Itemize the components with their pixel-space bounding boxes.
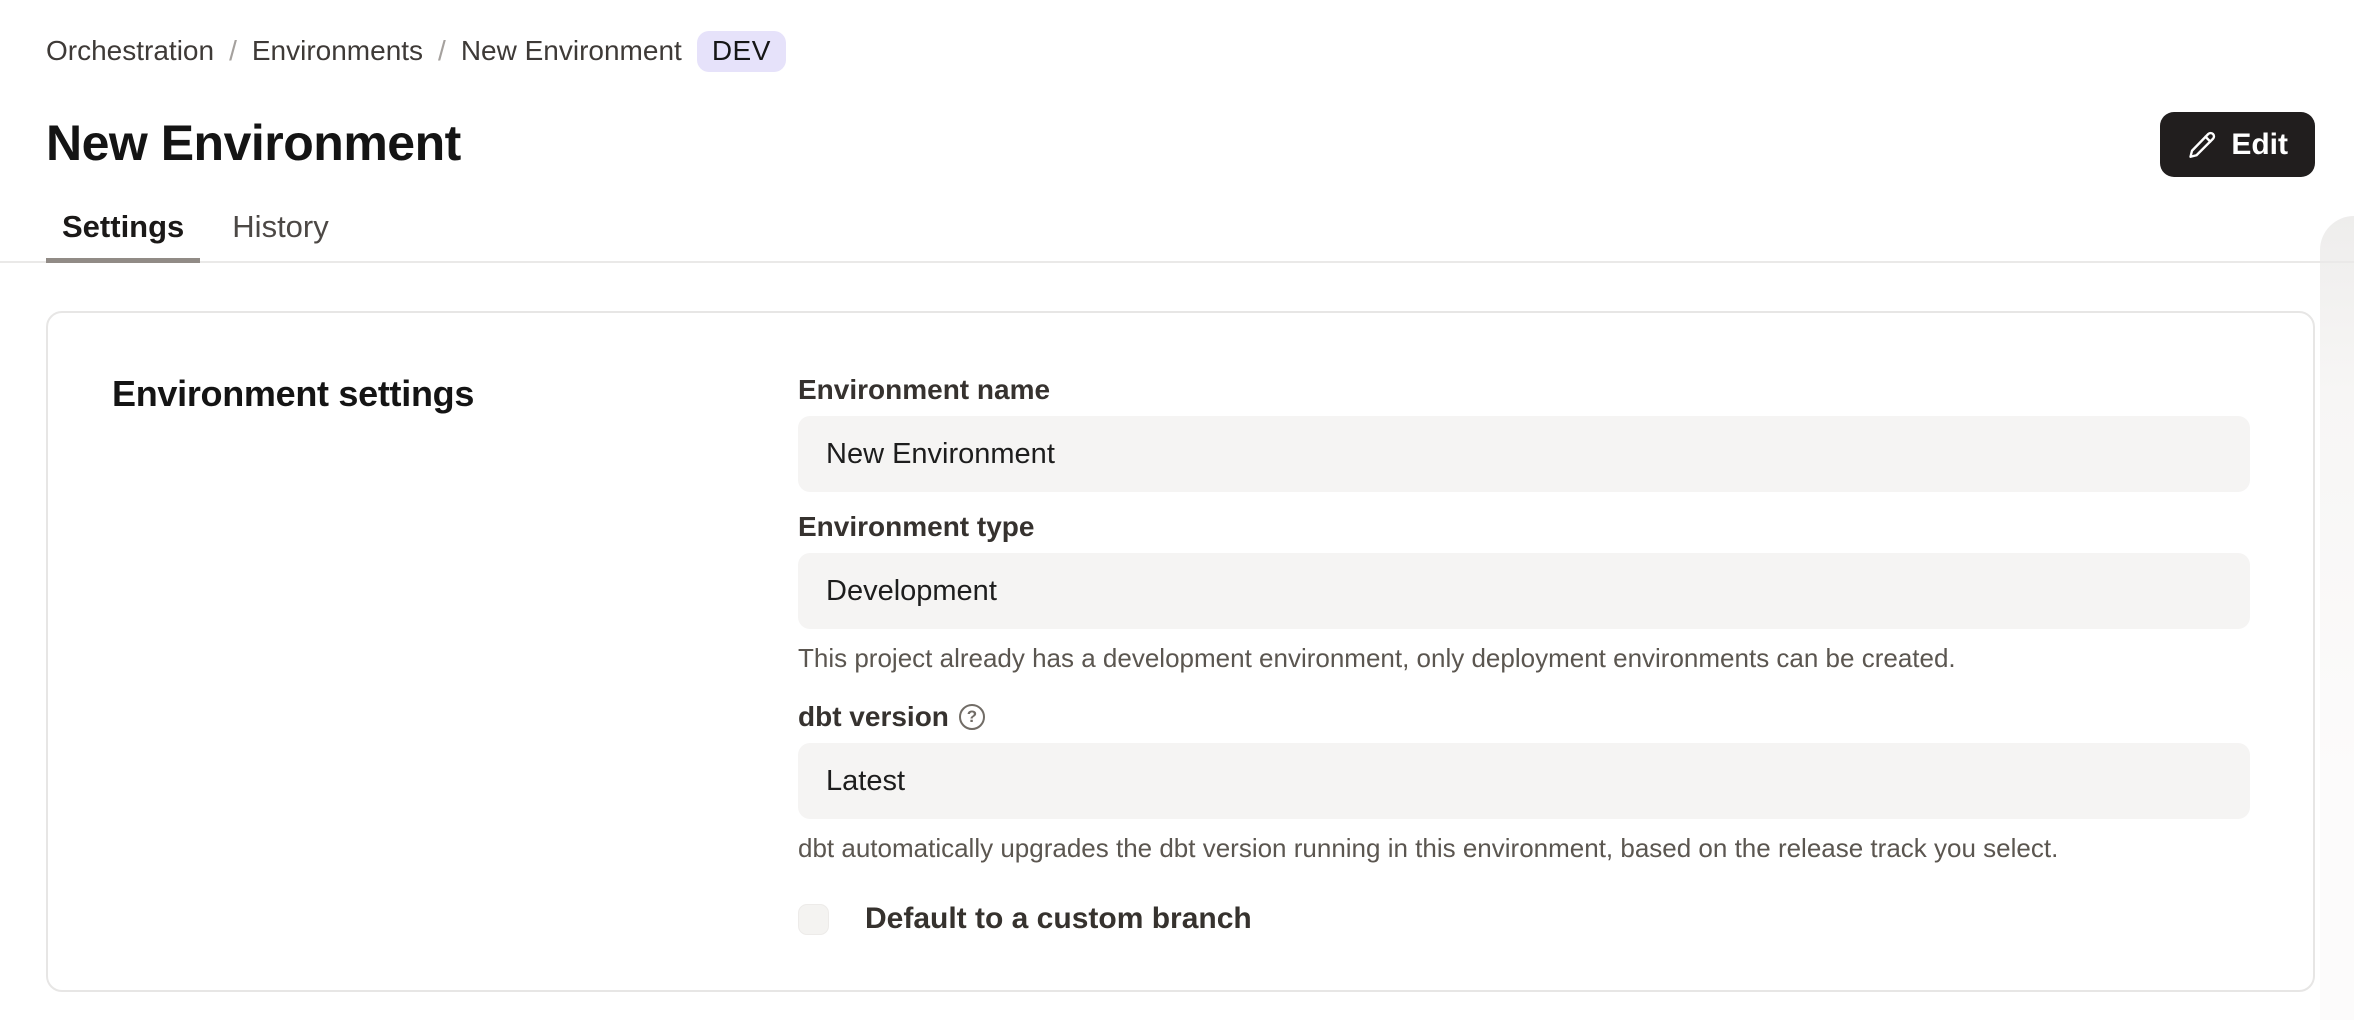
dbt-version-value: Latest bbox=[826, 765, 905, 798]
environment-type-label: Environment type bbox=[798, 510, 2250, 544]
title-row: New Environment Edit bbox=[46, 112, 2315, 177]
tab-settings-label: Settings bbox=[62, 209, 184, 244]
page-title: New Environment bbox=[46, 112, 461, 174]
help-icon[interactable]: ? bbox=[959, 704, 985, 730]
environment-type-value: Development bbox=[826, 575, 997, 608]
dbt-version-label: dbt version ? bbox=[798, 700, 2250, 734]
card-form-column: Environment name New Environment Environ… bbox=[798, 313, 2313, 990]
dbt-version-helper-text: dbt automatically upgrades the dbt versi… bbox=[798, 832, 2250, 864]
environment-settings-card: Environment settings Environment name Ne… bbox=[46, 311, 2315, 992]
env-dev-badge: DEV bbox=[697, 31, 786, 72]
tab-history-label: History bbox=[232, 209, 328, 244]
dbt-version-input[interactable]: Latest bbox=[798, 743, 2250, 819]
environment-type-label-text: Environment type bbox=[798, 510, 1034, 544]
breadcrumb-separator: / bbox=[438, 35, 446, 67]
edit-button[interactable]: Edit bbox=[2160, 112, 2315, 177]
breadcrumb: Orchestration / Environments / New Envir… bbox=[46, 30, 2315, 72]
tab-settings[interactable]: Settings bbox=[46, 209, 200, 261]
page-header: Orchestration / Environments / New Envir… bbox=[0, 30, 2354, 263]
environment-type-field: Environment type Development This projec… bbox=[798, 510, 2250, 674]
environment-type-helper-text: This project already has a development e… bbox=[798, 642, 2250, 674]
section-heading: Environment settings bbox=[112, 373, 798, 415]
environment-name-field: Environment name New Environment bbox=[798, 373, 2250, 492]
dbt-version-field: dbt version ? Latest dbt automatically u… bbox=[798, 700, 2250, 864]
environment-name-value: New Environment bbox=[826, 438, 1055, 471]
page: Orchestration / Environments / New Envir… bbox=[0, 0, 2354, 1020]
custom-branch-checkbox[interactable] bbox=[798, 904, 829, 935]
environment-name-label: Environment name bbox=[798, 373, 2250, 407]
breadcrumb-item-new-environment[interactable]: New Environment bbox=[461, 35, 682, 67]
environment-name-input[interactable]: New Environment bbox=[798, 416, 2250, 492]
tab-bar: Settings History bbox=[0, 209, 2354, 263]
breadcrumb-item-orchestration[interactable]: Orchestration bbox=[46, 35, 214, 67]
edit-button-label: Edit bbox=[2231, 128, 2288, 162]
custom-branch-label: Default to a custom branch bbox=[865, 902, 1252, 936]
dbt-version-label-text: dbt version bbox=[798, 700, 949, 734]
breadcrumb-separator: / bbox=[229, 35, 237, 67]
breadcrumb-item-environments[interactable]: Environments bbox=[252, 35, 423, 67]
environment-type-input[interactable]: Development bbox=[798, 553, 2250, 629]
card-left-column: Environment settings bbox=[48, 313, 798, 990]
environment-name-label-text: Environment name bbox=[798, 373, 1050, 407]
custom-branch-row: Default to a custom branch bbox=[798, 902, 2250, 936]
tab-history[interactable]: History bbox=[216, 209, 344, 261]
pencil-icon bbox=[2187, 130, 2217, 160]
